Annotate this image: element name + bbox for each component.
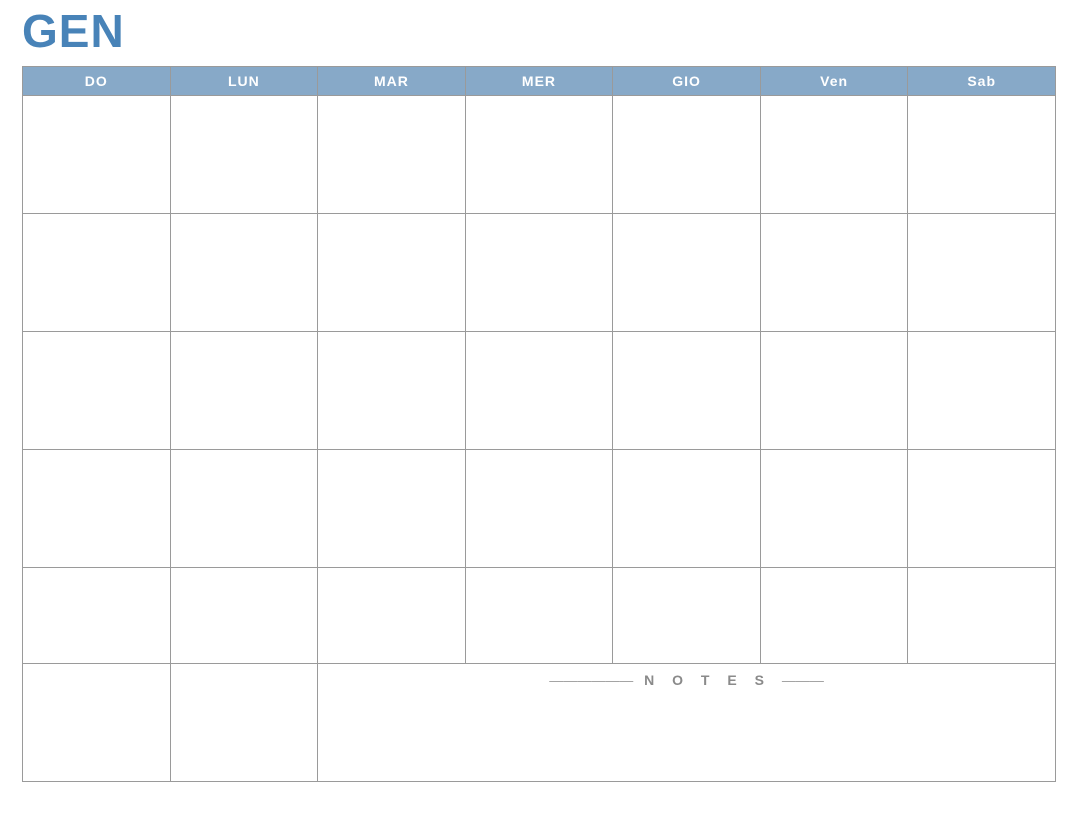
calendar-cell <box>760 96 908 214</box>
weekday-header: DO <box>23 67 171 96</box>
calendar-cell <box>318 214 466 332</box>
month-title: GEN <box>22 4 1056 58</box>
calendar-cell <box>23 450 171 568</box>
notes-dash-left: —————— <box>549 672 633 688</box>
notes-label: —————— N O T E S ——— <box>319 672 1054 688</box>
weekday-header: GIO <box>613 67 761 96</box>
calendar-cell <box>318 450 466 568</box>
calendar-row <box>23 568 1056 664</box>
calendar-cell <box>908 450 1056 568</box>
weekday-header: Sab <box>908 67 1056 96</box>
calendar-cell <box>908 332 1056 450</box>
calendar-row <box>23 332 1056 450</box>
calendar-cell <box>465 450 613 568</box>
calendar-row <box>23 450 1056 568</box>
calendar-cell <box>613 568 761 664</box>
calendar-cell <box>170 664 318 782</box>
calendar-cell <box>760 450 908 568</box>
calendar-cell <box>23 96 171 214</box>
calendar-cell <box>613 332 761 450</box>
calendar-row <box>23 214 1056 332</box>
calendar-cell <box>465 96 613 214</box>
calendar-cell <box>760 332 908 450</box>
notes-cell: —————— N O T E S ——— <box>318 664 1056 782</box>
calendar-cell <box>465 332 613 450</box>
calendar-cell <box>613 214 761 332</box>
calendar-cell <box>23 568 171 664</box>
calendar-cell <box>465 568 613 664</box>
weekday-header: LUN <box>170 67 318 96</box>
calendar-cell <box>613 450 761 568</box>
calendar-cell <box>170 450 318 568</box>
calendar-page: GEN DO LUN MAR MER GIO Ven Sab <box>0 4 1078 804</box>
weekday-header: MAR <box>318 67 466 96</box>
calendar-cell <box>908 568 1056 664</box>
notes-text: N O T E S <box>644 672 771 688</box>
weekday-header: Ven <box>760 67 908 96</box>
calendar-row: —————— N O T E S ——— <box>23 664 1056 782</box>
weekday-header: MER <box>465 67 613 96</box>
calendar-cell <box>908 214 1056 332</box>
weekday-header-row: DO LUN MAR MER GIO Ven Sab <box>23 67 1056 96</box>
calendar-cell <box>170 568 318 664</box>
calendar-cell <box>318 96 466 214</box>
calendar-cell <box>318 332 466 450</box>
calendar-cell <box>760 568 908 664</box>
calendar-grid: DO LUN MAR MER GIO Ven Sab <box>22 66 1056 782</box>
calendar-cell <box>170 214 318 332</box>
calendar-cell <box>465 214 613 332</box>
calendar-cell <box>760 214 908 332</box>
calendar-cell <box>613 96 761 214</box>
calendar-row <box>23 96 1056 214</box>
calendar-cell <box>318 568 466 664</box>
calendar-cell <box>170 332 318 450</box>
calendar-cell <box>170 96 318 214</box>
calendar-cell <box>908 96 1056 214</box>
calendar-cell <box>23 332 171 450</box>
calendar-cell <box>23 664 171 782</box>
calendar-cell <box>23 214 171 332</box>
notes-dash-right: ——— <box>782 672 824 688</box>
